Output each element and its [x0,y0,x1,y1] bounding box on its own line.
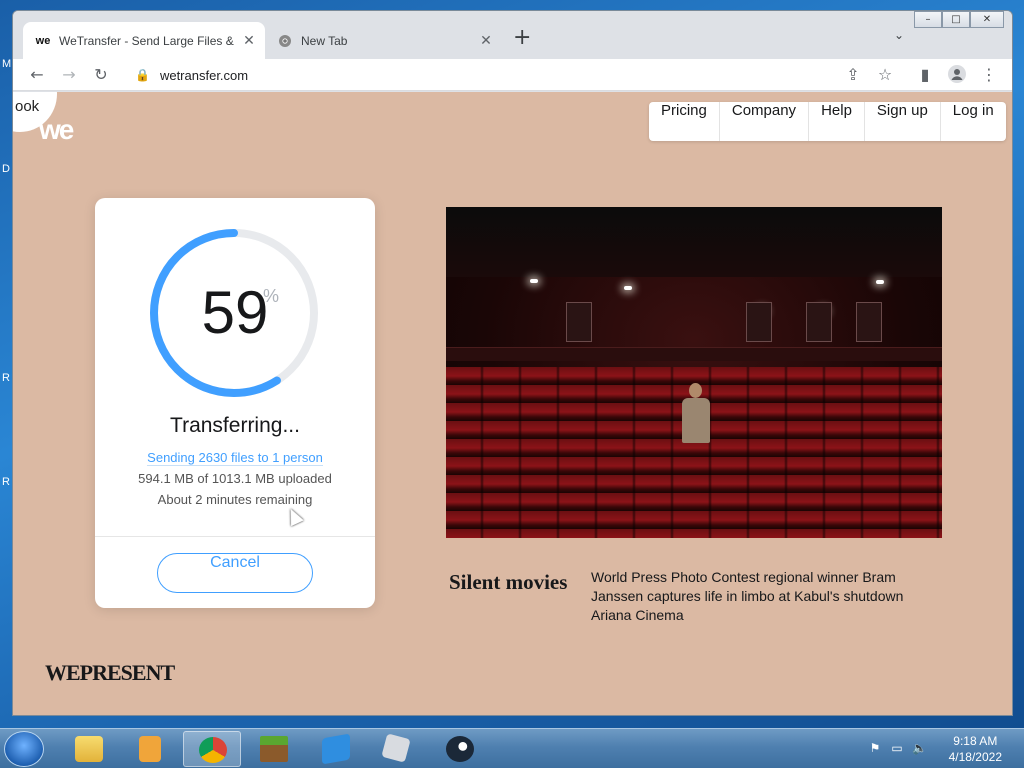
desktop-icon-label: M [2,58,12,70]
clock[interactable]: 9:18 AM 4/18/2022 [949,733,1002,765]
system-tray: ⚑ ▭ 🔈 9:18 AM 4/18/2022 [854,729,1024,768]
progress-percent: 59% [95,278,375,347]
volume-icon[interactable]: 🔈 [912,741,927,755]
reload-icon[interactable]: ↻ [91,65,111,85]
nav-pricing[interactable]: Pricing [649,102,720,141]
lock-icon: 🔒 [135,68,150,82]
browser-toolbar: ← → ↻ 🔒 wetransfer.com ⇪ ☆ ▮ ⋮ [13,59,1012,91]
top-navigation: Pricing Company Help Sign up Log in [649,102,1006,141]
sending-summary-link[interactable]: Sending 2630 files to 1 person [95,450,375,466]
feature-photo[interactable] [446,207,942,538]
progress-value: 59 [201,279,269,346]
url-text: wetransfer.com [159,67,249,83]
kebab-menu-icon[interactable]: ⋮ [979,65,999,85]
wetransfer-logo[interactable]: we [39,114,74,146]
uploaded-amount: 594.1 MB of 1013.1 MB uploaded [138,471,332,486]
new-tab-button[interactable]: + [513,27,531,49]
taskbar: ⚑ ▭ 🔈 9:18 AM 4/18/2022 [0,728,1024,768]
tab-title: New Tab [301,33,348,48]
steam-icon [446,736,474,762]
desktop-icon-label: D [2,163,10,175]
chrome-icon [277,33,293,49]
taskbar-file-explorer[interactable] [60,731,118,767]
taskbar-blue-app[interactable] [307,731,365,767]
photo-wall-panel [806,302,832,342]
desktop-icon-label: R [2,372,10,384]
photo-ceiling [446,207,942,277]
close-tab-icon[interactable]: ✕ [476,32,496,49]
profile-avatar-icon[interactable] [947,65,967,85]
person-body [682,398,710,443]
nav-sign-up[interactable]: Sign up [865,102,941,141]
photo-light [530,279,538,283]
start-button[interactable] [4,731,44,767]
photo-light [876,280,884,284]
transfer-card: 59% Transferring... Sending 2630 files t… [95,198,375,608]
media-player-icon [139,736,161,762]
action-center-icon[interactable]: ⚑ [868,741,882,755]
tab-strip: we WeTransfer - Send Large Files & ✕ New… [13,11,1012,59]
tab-title: WeTransfer - Send Large Files & [59,33,234,48]
chrome-icon [199,737,227,763]
taskbar-roblox[interactable] [369,731,427,767]
feature-title[interactable]: Silent movies [449,570,567,595]
bookmark-star-icon[interactable]: ☆ [875,65,895,85]
back-arrow-icon[interactable]: ← [27,65,47,85]
wetransfer-favicon-icon: we [35,34,51,47]
logo-blob-text: ook [15,98,40,115]
close-window-button[interactable]: ✕ [970,11,1004,28]
browser-window: we WeTransfer - Send Large Files & ✕ New… [12,10,1013,716]
cancel-button[interactable]: Cancel [157,553,313,593]
taskbar-media-player[interactable] [121,731,179,767]
tab-search-chevron-icon[interactable]: ⌄ [894,28,904,42]
taskbar-minecraft[interactable] [245,731,303,767]
percent-sign: % [263,286,280,306]
taskbar-chrome[interactable] [183,731,241,767]
transfer-status: Transferring... [170,414,300,437]
photo-wall-panel [856,302,882,342]
tab-new-tab[interactable]: New Tab ✕ [265,22,502,59]
clock-time: 9:18 AM [953,734,998,748]
network-icon[interactable]: ▭ [890,741,904,755]
wepresent-logo[interactable]: WEPRESENT [45,660,175,686]
photo-wall-panel [746,302,772,342]
nav-company[interactable]: Company [720,102,810,141]
card-divider [95,536,375,537]
tab-wetransfer[interactable]: we WeTransfer - Send Large Files & ✕ [23,22,265,59]
file-explorer-icon [75,736,103,762]
feature-description: World Press Photo Contest regional winne… [591,569,904,623]
photo-light [624,286,632,290]
roblox-icon [381,733,411,763]
side-panel-icon[interactable]: ▮ [915,65,935,85]
person-head [689,383,702,398]
time-remaining: About 2 minutes remaining [157,492,313,507]
wetransfer-page: ook we Pricing Company Help Sign up Log … [13,92,1012,715]
maximize-button[interactable]: □ [942,11,970,28]
close-tab-icon[interactable]: ✕ [239,32,259,49]
minimize-button[interactable]: – [914,11,942,28]
photo-wall-panel [566,302,592,342]
photo-balcony [446,347,942,361]
nav-log-in[interactable]: Log in [941,102,1006,141]
nav-help[interactable]: Help [809,102,865,141]
minecraft-icon [260,736,288,762]
taskbar-steam[interactable] [431,731,489,767]
clock-date: 4/18/2022 [948,750,1002,764]
share-icon[interactable]: ⇪ [843,65,863,85]
forward-arrow-icon[interactable]: → [59,65,79,85]
blue-app-icon [322,733,350,765]
desktop-icon-label: R [2,476,10,488]
photo-person [678,383,714,473]
